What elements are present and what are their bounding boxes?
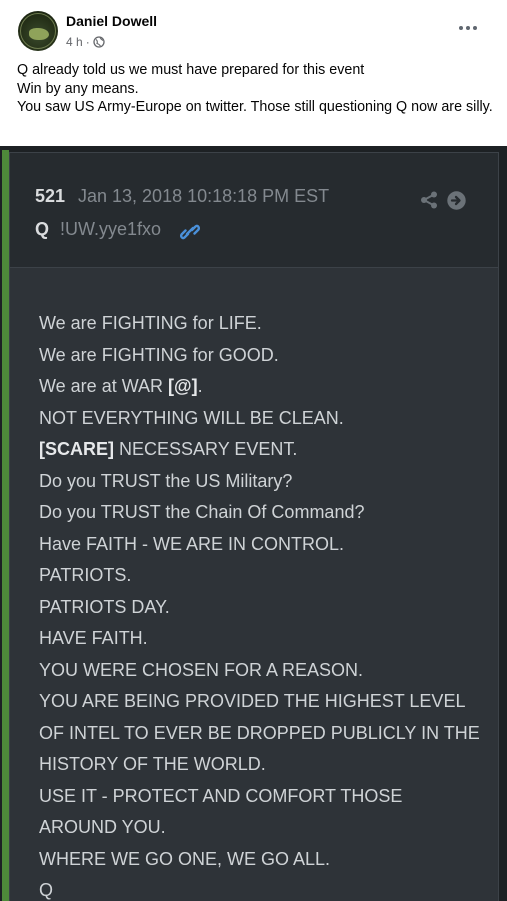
q-drop-line: OF INTEL TO EVER BE DROPPED PUBLICLY IN … (39, 718, 494, 750)
q-drop-line: Have FAITH - WE ARE IN CONTROL. (39, 529, 494, 561)
dot-icon (473, 26, 477, 30)
post-text-line: You saw US Army-Europe on twitter. Those… (17, 99, 493, 115)
avatar[interactable] (18, 11, 58, 51)
q-drop-body: We are FIGHTING for LIFE. We are FIGHTING… (39, 308, 494, 901)
q-drop-line: Do you TRUST the Chain Of Command? (39, 497, 494, 529)
q-drop-panel: 521 Jan 13, 2018 10:18:18 PM EST Q !UW.y… (9, 152, 499, 901)
q-drop-line-text: Have FAITH - WE ARE IN CONTROL. (39, 533, 345, 554)
q-drop-line: NOT EVERYTHING WILL BE CLEAN. (39, 403, 494, 435)
q-drop-line-text: We are FIGHTING for LIFE. (39, 313, 262, 333)
dot-icon (466, 26, 470, 30)
post-header: Daniel Dowell 4 h · (0, 0, 507, 60)
post-text-line: Q already told us we must have prepared … (17, 62, 365, 78)
q-drop-line-text: WHERE WE GO ONE, WE GO ALL. (39, 848, 331, 869)
q-drop-header: 521 Jan 13, 2018 10:18:18 PM EST Q !UW.y… (10, 153, 498, 268)
q-drop-line: HISTORY OF THE WORLD. (39, 749, 494, 781)
post-text-line: Win by any means. (17, 80, 139, 97)
signature: Q (35, 219, 50, 239)
q-drop-line-text: YOU ARE BEING PROVIDED THE HIGHEST LEVEL (39, 691, 466, 711)
post-image[interactable]: 521 Jan 13, 2018 10:18:18 PM EST Q !UW.y… (0, 146, 507, 901)
post-text: Q already told us we must have prepared … (17, 61, 497, 117)
globe-icon[interactable] (93, 36, 105, 48)
q-drop-line-text: AROUND YOU. (39, 817, 166, 837)
meta-separator: · (85, 35, 90, 49)
q-drop-line-tail: NECESSARY EVENT. (114, 439, 298, 459)
post-date: Jan 13, 2018 10:18:18 PM EST (78, 186, 330, 206)
q-drop-line-text: YOU WERE CHOSEN FOR A REASON. (39, 659, 364, 680)
q-drop-line-text: HISTORY OF THE WORLD. (39, 754, 266, 774)
more-options-button[interactable] (452, 18, 484, 38)
link-icon (180, 224, 200, 240)
avatar-figure (29, 28, 49, 40)
q-drop-line-bold: [@] (168, 376, 198, 396)
q-drop-line: USE IT - PROTECT AND COMFORT THOSE (39, 781, 494, 813)
q-drop-line: We are at WAR [@]. (39, 371, 494, 403)
q-drop-line-text: NOT EVERYTHING WILL BE CLEAN. (39, 407, 344, 428)
author-name[interactable]: Daniel Dowell (66, 13, 157, 29)
q-drop-line: HAVE FAITH. (39, 623, 494, 655)
image-accent-bar (2, 150, 9, 901)
q-drop-line-text: PATRIOTS. (39, 565, 132, 585)
q-drop-line-text: OF INTEL TO EVER BE DROPPED PUBLICLY IN … (39, 722, 480, 743)
q-drop-line: Q (39, 875, 494, 901)
q-drop-line: YOU ARE BEING PROVIDED THE HIGHEST LEVEL (39, 686, 494, 718)
q-drop-line-text: Do you TRUST the Chain Of Command? (39, 502, 365, 522)
q-drop-line: PATRIOTS. (39, 560, 494, 592)
q-drop-line-text: Do you TRUST the US Military? (39, 470, 293, 491)
q-drop-line-text: Q (39, 880, 54, 900)
q-drop-line-text: PATRIOTS DAY. (39, 596, 170, 617)
q-drop-line-text: HAVE FAITH. (39, 628, 148, 648)
arrow-right-circle-icon (447, 191, 466, 210)
post-number: 521 (35, 186, 66, 206)
q-drop-line: Do you TRUST the US Military? (39, 466, 494, 498)
q-drop-line: WHERE WE GO ONE, WE GO ALL. (39, 844, 494, 876)
q-drop-line: We are FIGHTING for LIFE. (39, 308, 494, 340)
post-meta: 4 h · (66, 35, 105, 49)
q-drop-line: We are FIGHTING for GOOD. (39, 340, 494, 372)
q-drop-line-text: USE IT - PROTECT AND COMFORT THOSE (39, 785, 403, 806)
q-drop-line: [SCARE] NECESSARY EVENT. (39, 434, 494, 466)
post-time[interactable]: 4 h (66, 35, 83, 49)
share-icon (421, 191, 437, 209)
q-drop-line-bold: [SCARE] (39, 439, 114, 459)
tripcode: !UW.yye1fxo (60, 219, 162, 239)
q-drop-line: AROUND YOU. (39, 812, 494, 844)
q-drop-line-text: We are FIGHTING for GOOD. (39, 344, 279, 365)
q-drop-line: YOU WERE CHOSEN FOR A REASON. (39, 655, 494, 687)
q-drop-line-tail: . (197, 376, 203, 396)
q-drop-line-text: We are at WAR (39, 376, 169, 396)
dot-icon (459, 26, 463, 30)
q-drop-line: PATRIOTS DAY. (39, 592, 494, 624)
